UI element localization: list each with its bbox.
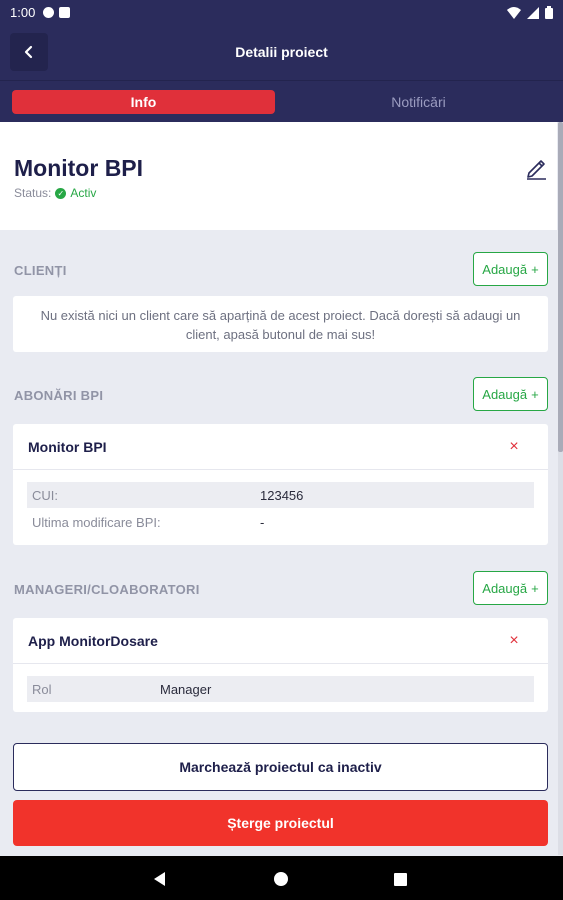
mark-inactive-button[interactable]: Marchează proiectul ca inactiv: [13, 743, 548, 791]
remove-manager-button[interactable]: ×: [504, 631, 524, 651]
clients-empty-text: Nu există nici un client care să aparțin…: [40, 308, 521, 342]
system-nav-bar: [0, 856, 563, 900]
add-manager-button[interactable]: Adaugă +: [473, 571, 548, 605]
row-key: Ultima modificare BPI:: [32, 514, 161, 530]
project-header: Monitor BPI Status: ✓ Activ: [0, 122, 557, 230]
plus-icon: +: [531, 261, 539, 277]
chevron-left-icon: [24, 45, 33, 59]
subscription-row-cui: CUI: 123456: [27, 482, 534, 508]
status-value: Activ: [70, 186, 97, 200]
scrollbar-thumb[interactable]: [558, 122, 563, 452]
edit-project-button[interactable]: [524, 156, 548, 180]
row-key: CUI:: [32, 487, 58, 503]
row-value: -: [260, 514, 265, 530]
clients-empty-card: Nu există nici un client care să aparțin…: [13, 296, 548, 352]
project-name: Monitor BPI: [14, 155, 144, 181]
wifi-icon: [507, 6, 521, 19]
managers-section-title: MANAGERI/CLOABORATORI: [14, 582, 200, 597]
close-icon: ×: [509, 438, 519, 455]
scrollbar[interactable]: [558, 122, 563, 855]
clients-section-title: CLIENȚI: [14, 263, 67, 278]
row-value: Manager: [160, 681, 212, 697]
status-label: Status:: [14, 186, 52, 200]
status-time: 1:00: [10, 5, 36, 20]
manager-row-role: Rol Manager: [27, 676, 534, 702]
signal-icon: [527, 6, 539, 19]
subscription-card: Monitor BPI × CUI: 123456 Ultima modific…: [13, 424, 548, 545]
tab-notifications[interactable]: Notificări: [287, 90, 550, 114]
sd-card-icon: [59, 7, 71, 18]
subscription-name: Monitor BPI: [28, 438, 107, 455]
battery-icon: [545, 6, 553, 19]
page-title: Detalii proiect: [235, 44, 328, 60]
nav-recents-icon[interactable]: [394, 873, 407, 886]
add-client-button[interactable]: Adaugă +: [473, 252, 548, 286]
app-bar: Detalii proiect: [0, 25, 563, 80]
tab-info[interactable]: Info: [12, 90, 275, 114]
manager-card: App MonitorDosare × Rol Manager: [13, 618, 548, 712]
check-circle-icon: ✓: [55, 187, 67, 199]
add-subscription-button[interactable]: Adaugă +: [473, 377, 548, 411]
subscription-header: Monitor BPI ×: [13, 424, 548, 470]
add-client-label: Adaugă: [482, 261, 528, 277]
manager-header: App MonitorDosare ×: [13, 618, 548, 664]
notification-icon: [43, 7, 55, 18]
back-button[interactable]: [10, 33, 48, 71]
project-status: Status: ✓ Activ: [14, 186, 96, 200]
manager-name: App MonitorDosare: [28, 632, 158, 649]
row-key: Rol: [32, 681, 52, 697]
nav-back-icon[interactable]: [154, 872, 165, 886]
plus-icon: +: [531, 580, 539, 596]
nav-home-icon[interactable]: [274, 872, 288, 886]
status-bar: 1:00: [0, 0, 563, 25]
subscription-row-last-modified: Ultima modificare BPI: -: [27, 509, 534, 535]
add-subscription-label: Adaugă: [482, 386, 528, 402]
delete-project-button[interactable]: Șterge proiectul: [13, 800, 548, 846]
row-value: 123456: [260, 487, 304, 503]
add-manager-label: Adaugă: [482, 580, 528, 596]
remove-subscription-button[interactable]: ×: [504, 437, 524, 457]
plus-icon: +: [531, 386, 539, 402]
subscriptions-section-title: ABONĂRI BPI: [14, 388, 104, 403]
pencil-icon: [527, 160, 546, 180]
close-icon: ×: [509, 632, 519, 649]
tab-bar: Info Notificări: [0, 80, 563, 122]
